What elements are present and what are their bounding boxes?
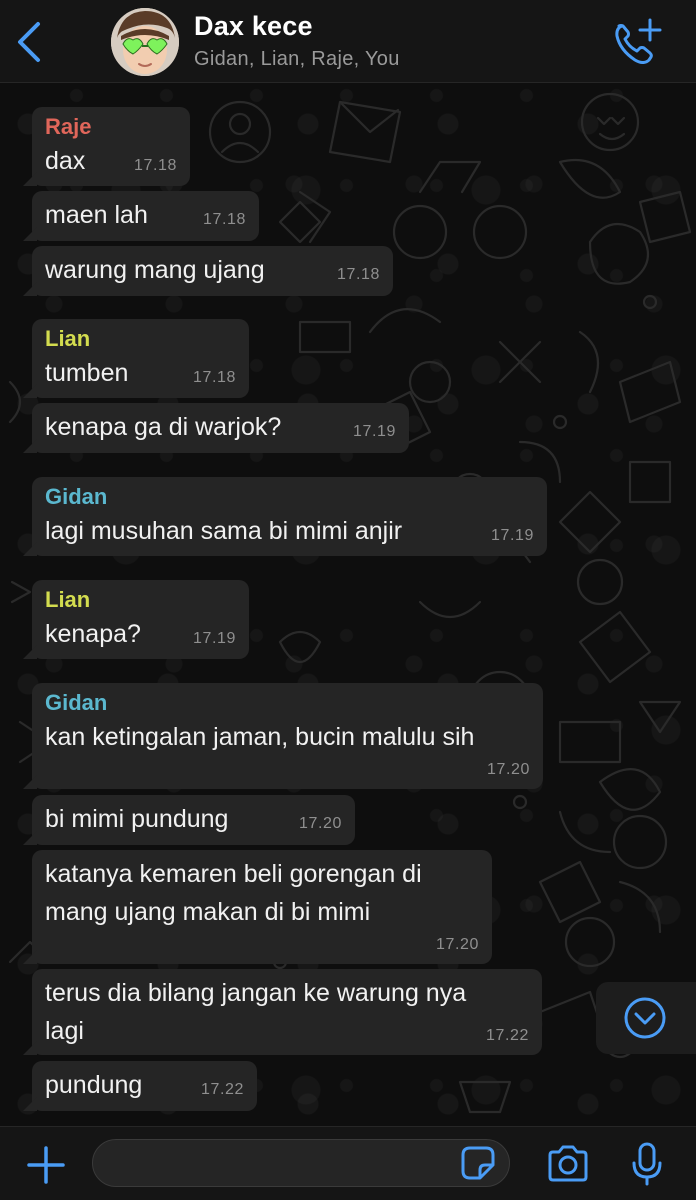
add-call-icon[interactable] <box>612 18 662 64</box>
message-time: 17.19 <box>192 630 236 647</box>
message-bubble[interactable]: warung mang ujang 17.18 <box>23 246 393 296</box>
message-text: katanya kemaren beli gorengan di mang uj… <box>45 860 422 926</box>
message-time: 17.22 <box>200 1081 244 1098</box>
message-bubble[interactable]: Gidan lagi musuhan sama bi mimi anjir 17… <box>23 477 547 556</box>
message-input[interactable] <box>92 1139 510 1187</box>
message-time: 17.22 <box>485 1027 529 1044</box>
group-title[interactable]: Dax kece <box>194 11 313 42</box>
message-text: bi mimi pundung <box>45 805 229 833</box>
chevron-left-icon[interactable] <box>12 20 46 64</box>
message-bubble[interactable]: Raje dax 17.18 <box>23 107 190 186</box>
message-time: 17.18 <box>202 211 246 228</box>
message-time: 17.20 <box>486 761 530 778</box>
message-text: kan ketingalan jaman, bucin malulu sih <box>45 723 475 751</box>
message-text: kenapa ga di warjok? <box>45 413 282 441</box>
message-sender: Gidan <box>45 690 108 715</box>
message-sender: Raje <box>45 114 92 139</box>
sticker-icon[interactable] <box>460 1145 496 1181</box>
message-time: 17.18 <box>192 369 236 386</box>
message-bubble[interactable]: katanya kemaren beli gorengan di mang uj… <box>23 850 492 964</box>
chat-screen: Dax kece Gidan, Lian, Raje, You Raje dax… <box>0 0 696 1200</box>
message-time: 17.18 <box>133 157 177 174</box>
message-time: 17.20 <box>298 815 342 832</box>
message-text: terus dia bilang jangan ke warung nya la… <box>45 979 467 1045</box>
message-text: dax <box>45 147 86 175</box>
message-text: tumben <box>45 359 129 387</box>
group-avatar[interactable] <box>111 8 179 76</box>
microphone-icon[interactable] <box>630 1141 664 1187</box>
message-bubble[interactable]: kenapa ga di warjok? 17.19 <box>23 403 409 453</box>
message-text: kenapa? <box>45 620 141 648</box>
message-bubble[interactable]: Gidan kan ketingalan jaman, bucin malulu… <box>23 683 543 789</box>
message-sender: Lian <box>45 587 91 612</box>
message-text: maen lah <box>45 201 148 229</box>
message-text: pundung <box>45 1071 143 1099</box>
message-time: 17.20 <box>435 936 479 953</box>
chat-header: Dax kece Gidan, Lian, Raje, You <box>0 0 696 83</box>
message-bubble[interactable]: maen lah 17.18 <box>23 191 259 241</box>
chevron-down-circle-icon <box>624 997 666 1039</box>
message-bubble[interactable]: pundung 17.22 <box>23 1061 257 1111</box>
message-sender: Gidan <box>45 484 108 509</box>
message-sender: Lian <box>45 326 91 351</box>
message-time: 17.19 <box>490 527 534 544</box>
scroll-to-bottom-button[interactable] <box>596 982 696 1054</box>
plus-icon[interactable] <box>26 1145 66 1185</box>
message-time: 17.18 <box>336 266 380 283</box>
message-bubble[interactable]: terus dia bilang jangan ke warung nya la… <box>23 969 542 1055</box>
message-bubble[interactable]: Lian tumben 17.18 <box>23 319 249 398</box>
group-members[interactable]: Gidan, Lian, Raje, You <box>194 48 400 71</box>
message-text: lagi musuhan sama bi mimi anjir <box>45 517 403 545</box>
message-text: warung mang ujang <box>45 256 265 284</box>
camera-icon[interactable] <box>546 1145 590 1183</box>
message-bubble[interactable]: Lian kenapa? 17.19 <box>23 580 249 659</box>
message-time: 17.19 <box>352 423 396 440</box>
message-composer <box>0 1126 696 1200</box>
message-bubble[interactable]: bi mimi pundung 17.20 <box>23 795 355 845</box>
